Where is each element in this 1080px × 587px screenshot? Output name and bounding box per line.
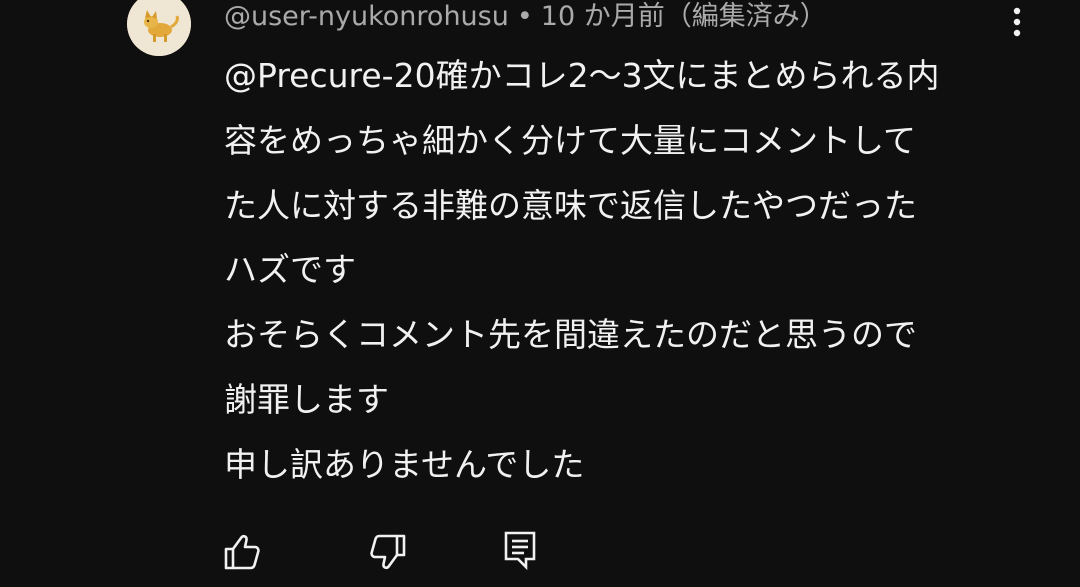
reply-button[interactable] [498,528,542,572]
thumb-up-icon [224,534,260,570]
comment-line: 容をめっちゃ細かく分けて大量にコメントして [224,120,917,160]
comment-line: ハズです [224,250,356,290]
comment-body: @Precure-20確かコレ2〜3文にまとめられる内 容をめっちゃ細かく分けて… [224,44,1024,498]
comment-thread: @user-nyukonrohusu • 10 か月前（編集済み） @Precure… [0,0,1080,587]
like-button[interactable] [220,530,264,574]
thumb-down-icon [370,534,406,570]
more-vert-icon [1013,7,1021,37]
reply-comment-icon [504,531,536,571]
comment-line: おそらくコメント先を間違えたのだと思うので [224,315,917,355]
comment-header: @user-nyukonrohusu • 10 か月前（編集済み） [224,0,827,34]
comment-line: 申し訳ありませんでした [224,444,585,484]
header-separator: • [516,1,533,32]
comment-time[interactable]: 10 か月前（編集済み） [541,1,827,32]
comment-line: た人に対する非難の意味で返信したやつだった [224,185,917,225]
more-options-button[interactable] [1000,2,1034,42]
comment-line: @Precure-20確かコレ2〜3文にまとめられる内 [224,56,940,95]
dog-avatar-icon [127,0,191,56]
avatar[interactable] [127,0,191,56]
comment-author[interactable]: @user-nyukonrohusu [224,1,509,32]
dislike-button[interactable] [366,530,410,574]
comment-line: 謝罪します [224,379,389,419]
